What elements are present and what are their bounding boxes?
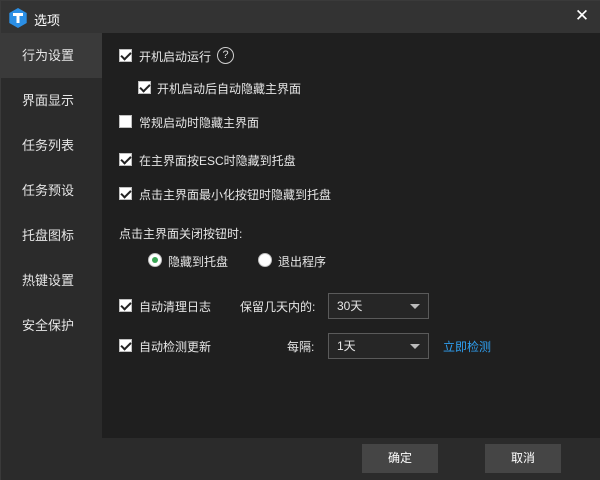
- esc-tray-label[interactable]: 在主界面按ESC时隐藏到托盘: [139, 152, 296, 169]
- chevron-down-icon: [410, 344, 420, 349]
- sidebar-item-security[interactable]: 安全保护: [1, 303, 102, 348]
- keep-days-value: 30天: [337, 299, 363, 313]
- close-behavior-label: 点击主界面关闭按钮时:: [119, 227, 243, 241]
- settings-panel: 开机启动运行 ? 开机启动后自动隐藏主界面 常规启动时隐藏主界面 在主界面按ES…: [102, 33, 600, 438]
- normal-hide-label[interactable]: 常规启动时隐藏主界面: [139, 114, 259, 131]
- keep-days-select[interactable]: 30天: [328, 293, 429, 319]
- autostart-label[interactable]: 开机启动运行: [139, 48, 211, 65]
- log-cleanup-checkbox[interactable]: [119, 299, 132, 312]
- radio-exit-program-label[interactable]: 退出程序: [278, 253, 326, 270]
- close-button[interactable]: ✕: [571, 5, 593, 27]
- app-logo-icon: [9, 8, 27, 28]
- minimize-tray-checkbox[interactable]: [119, 187, 132, 200]
- sidebar-item-interface[interactable]: 界面显示: [1, 78, 102, 123]
- log-cleanup-label[interactable]: 自动清理日志: [139, 298, 211, 315]
- radio-exit-program[interactable]: [258, 253, 272, 267]
- close-icon: ✕: [574, 6, 590, 25]
- update-check-checkbox[interactable]: [119, 339, 132, 352]
- interval-select[interactable]: 1天: [328, 333, 429, 359]
- autostart-hide-checkbox[interactable]: [138, 81, 151, 94]
- sidebar-item-tray-icon[interactable]: 托盘图标: [1, 213, 102, 258]
- sidebar-item-behavior[interactable]: 行为设置: [1, 33, 102, 78]
- ok-button[interactable]: 确定: [362, 444, 438, 473]
- autostart-hide-label[interactable]: 开机启动后自动隐藏主界面: [157, 80, 301, 97]
- interval-value: 1天: [337, 339, 356, 353]
- keep-days-label: 保留几天内的:: [240, 300, 316, 314]
- sidebar: 行为设置 界面显示 任务列表 任务预设 托盘图标 热键设置 安全保护: [1, 33, 102, 438]
- chevron-down-icon: [410, 304, 420, 309]
- update-check-label[interactable]: 自动检测更新: [139, 338, 211, 355]
- sidebar-item-task-preset[interactable]: 任务预设: [1, 168, 102, 213]
- title-bar: 选项 ✕: [1, 1, 600, 33]
- esc-tray-checkbox[interactable]: [119, 153, 132, 166]
- check-now-link[interactable]: 立即检测: [443, 338, 491, 355]
- interval-label: 每隔:: [287, 340, 315, 354]
- minimize-tray-label[interactable]: 点击主界面最小化按钮时隐藏到托盘: [139, 186, 331, 203]
- radio-hide-to-tray-label[interactable]: 隐藏到托盘: [168, 253, 228, 270]
- help-icon[interactable]: ?: [217, 47, 234, 64]
- sidebar-item-hotkeys[interactable]: 热键设置: [1, 258, 102, 303]
- cancel-button[interactable]: 取消: [485, 444, 561, 473]
- autostart-checkbox[interactable]: [119, 49, 132, 62]
- options-window: 选项 ✕ 行为设置 界面显示 任务列表 任务预设 托盘图标 热键设置 安全保护 …: [0, 0, 600, 480]
- window-title: 选项: [34, 13, 61, 28]
- radio-hide-to-tray[interactable]: [148, 253, 162, 267]
- normal-hide-checkbox[interactable]: [119, 115, 132, 128]
- sidebar-item-task-list[interactable]: 任务列表: [1, 123, 102, 168]
